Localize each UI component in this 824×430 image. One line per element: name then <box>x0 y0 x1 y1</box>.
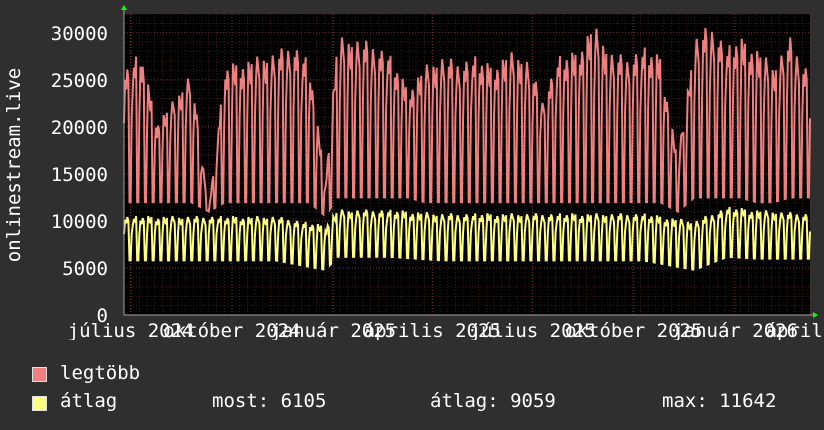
legend-avg-swatch <box>32 396 47 411</box>
legend-max-label: legtöbb <box>60 362 141 384</box>
x-tick-label: április 2026 <box>766 320 824 340</box>
y-tick-label: 20000 <box>51 117 108 139</box>
legend-now-value: most: 6105 <box>212 390 327 412</box>
y-tick-label: 30000 <box>51 23 108 45</box>
chart-area: 050001000015000200002500030000július 202… <box>3 5 824 340</box>
legend-avg-value: átlag: 9059 <box>430 390 556 412</box>
y-tick-label: 15000 <box>51 164 108 186</box>
legend-max-swatch <box>32 367 47 382</box>
y-tick-label: 5000 <box>62 258 108 280</box>
legend-avg-label: átlag <box>60 390 118 412</box>
y-axis-arrow <box>121 5 127 10</box>
x-axis-arrow <box>813 312 818 318</box>
y-tick-label: 10000 <box>51 211 108 233</box>
y-axis-title: onlinestream.live <box>3 68 25 262</box>
y-tick-label: 25000 <box>51 70 108 92</box>
legend-max-value: max: 11642 <box>662 390 777 412</box>
